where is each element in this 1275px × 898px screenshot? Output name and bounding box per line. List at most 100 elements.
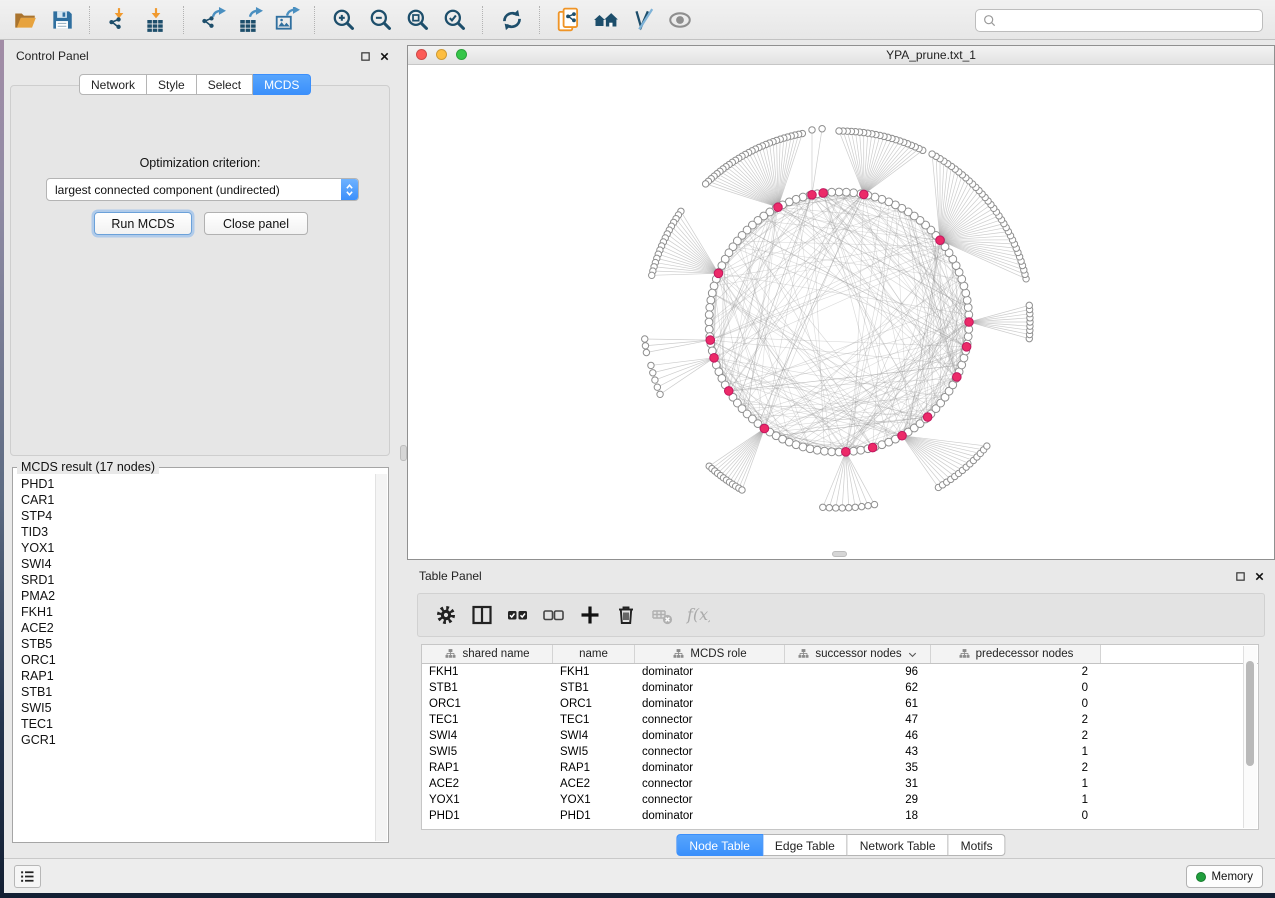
- gear-button[interactable]: [428, 598, 464, 632]
- table-row[interactable]: ORC1ORC1dominator610: [422, 696, 1258, 712]
- maximize-window-icon[interactable]: [456, 49, 467, 60]
- horizontal-splitter-grip[interactable]: [832, 551, 847, 557]
- table-row[interactable]: YOX1YOX1connector291: [422, 792, 1258, 808]
- table-cell[interactable]: RAP1: [422, 760, 553, 776]
- table-row[interactable]: SWI4SWI4dominator462: [422, 728, 1258, 744]
- table-cell[interactable]: 61: [785, 696, 931, 712]
- zoom-out-button[interactable]: [362, 4, 399, 36]
- table-cell[interactable]: STB1: [553, 680, 635, 696]
- deselect-all-button[interactable]: [536, 598, 572, 632]
- mcds-result-item[interactable]: SWI5: [14, 700, 387, 716]
- mcds-result-item[interactable]: TEC1: [14, 716, 387, 732]
- export-table-button[interactable]: [231, 4, 268, 36]
- mcds-result-item[interactable]: GCR1: [14, 732, 387, 748]
- table-cell[interactable]: 29: [785, 792, 931, 808]
- table-cell[interactable]: 47: [785, 712, 931, 728]
- table-cell[interactable]: 62: [785, 680, 931, 696]
- table-cell[interactable]: dominator: [635, 664, 785, 680]
- tab-mcds[interactable]: MCDS: [253, 74, 311, 95]
- scrollbar-thumb[interactable]: [1246, 661, 1254, 766]
- mcds-result-list[interactable]: PHD1CAR1STP4TID3YOX1SWI4SRD1PMA2FKH1ACE2…: [14, 474, 387, 841]
- mcds-result-item[interactable]: RAP1: [14, 668, 387, 684]
- column-header-shared-name[interactable]: shared name: [422, 645, 553, 663]
- tab-network-table[interactable]: Network Table: [848, 834, 949, 856]
- select-all-button[interactable]: [500, 598, 536, 632]
- tab-style[interactable]: Style: [147, 74, 197, 95]
- close-panel-icon[interactable]: [377, 49, 391, 63]
- table-cell[interactable]: 35: [785, 760, 931, 776]
- table-cell[interactable]: connector: [635, 712, 785, 728]
- table-cell[interactable]: dominator: [635, 696, 785, 712]
- table-cell[interactable]: 43: [785, 744, 931, 760]
- zoom-selected-button[interactable]: [436, 4, 473, 36]
- zoom-in-button[interactable]: [325, 4, 362, 36]
- table-cell[interactable]: 2: [931, 728, 1101, 744]
- table-cell[interactable]: SWI4: [422, 728, 553, 744]
- table-cell[interactable]: 0: [931, 680, 1101, 696]
- mcds-result-item[interactable]: ACE2: [14, 620, 387, 636]
- splitter-grip[interactable]: [400, 445, 407, 461]
- table-row[interactable]: SWI5SWI5connector431: [422, 744, 1258, 760]
- mcds-result-item[interactable]: PMA2: [14, 588, 387, 604]
- table-cell[interactable]: PHD1: [553, 808, 635, 824]
- table-cell[interactable]: TEC1: [422, 712, 553, 728]
- export-network-button[interactable]: [194, 4, 231, 36]
- table-cell[interactable]: connector: [635, 744, 785, 760]
- vertical-splitter[interactable]: [400, 40, 407, 858]
- close-table-panel-icon[interactable]: [1252, 569, 1266, 583]
- table-row[interactable]: STB1STB1dominator620: [422, 680, 1258, 696]
- table-cell[interactable]: FKH1: [553, 664, 635, 680]
- table-cell[interactable]: 1: [931, 744, 1101, 760]
- table-row[interactable]: ACE2ACE2connector311: [422, 776, 1258, 792]
- column-header-name[interactable]: name: [553, 645, 635, 663]
- table-cell[interactable]: 0: [931, 808, 1101, 824]
- table-cell[interactable]: ACE2: [422, 776, 553, 792]
- float-table-panel-icon[interactable]: [1233, 569, 1247, 583]
- table-cell[interactable]: YOX1: [422, 792, 553, 808]
- mcds-result-item[interactable]: PHD1: [14, 476, 387, 492]
- table-cell[interactable]: 2: [931, 760, 1101, 776]
- table-cell[interactable]: ORC1: [422, 696, 553, 712]
- table-cell[interactable]: 0: [931, 696, 1101, 712]
- task-history-button[interactable]: [14, 865, 41, 888]
- table-cell[interactable]: FKH1: [422, 664, 553, 680]
- table-cell[interactable]: connector: [635, 792, 785, 808]
- table-cell[interactable]: 18: [785, 808, 931, 824]
- close-window-icon[interactable]: [416, 49, 427, 60]
- save-button[interactable]: [43, 4, 80, 36]
- search-box[interactable]: [975, 9, 1263, 32]
- network-window-titlebar[interactable]: YPA_prune.txt_1: [408, 46, 1274, 65]
- mcds-result-item[interactable]: STB1: [14, 684, 387, 700]
- memory-button[interactable]: Memory: [1186, 865, 1263, 888]
- add-column-button[interactable]: [572, 598, 608, 632]
- tab-select[interactable]: Select: [197, 74, 253, 95]
- table-cell[interactable]: ORC1: [553, 696, 635, 712]
- network-canvas[interactable]: [408, 64, 1274, 559]
- mcds-result-item[interactable]: CAR1: [14, 492, 387, 508]
- table-cell[interactable]: YOX1: [553, 792, 635, 808]
- table-cell[interactable]: STB1: [422, 680, 553, 696]
- table-cell[interactable]: 2: [931, 664, 1101, 680]
- search-input[interactable]: [998, 13, 1256, 29]
- mcds-list-scrollbar[interactable]: [375, 474, 387, 841]
- column-header-MCDS-role[interactable]: MCDS role: [635, 645, 785, 663]
- minimize-window-icon[interactable]: [436, 49, 447, 60]
- mcds-result-item[interactable]: SRD1: [14, 572, 387, 588]
- table-cell[interactable]: TEC1: [553, 712, 635, 728]
- table-cell[interactable]: 1: [931, 792, 1101, 808]
- mcds-result-item[interactable]: TID3: [14, 524, 387, 540]
- export-image-button[interactable]: [268, 4, 305, 36]
- mcds-result-item[interactable]: SWI4: [14, 556, 387, 572]
- zoom-fit-button[interactable]: [399, 4, 436, 36]
- column-header-predecessor-nodes[interactable]: predecessor nodes: [931, 645, 1101, 663]
- eye-button[interactable]: [661, 4, 698, 36]
- table-cell[interactable]: 31: [785, 776, 931, 792]
- table-cell[interactable]: 2: [931, 712, 1101, 728]
- table-row[interactable]: TEC1TEC1connector472: [422, 712, 1258, 728]
- table-cell[interactable]: SWI4: [553, 728, 635, 744]
- tab-node-table[interactable]: Node Table: [676, 834, 763, 856]
- share-document-button[interactable]: [550, 4, 587, 36]
- table-row[interactable]: RAP1RAP1dominator352: [422, 760, 1258, 776]
- table-cell[interactable]: SWI5: [422, 744, 553, 760]
- table-row[interactable]: PHD1PHD1dominator180: [422, 808, 1258, 824]
